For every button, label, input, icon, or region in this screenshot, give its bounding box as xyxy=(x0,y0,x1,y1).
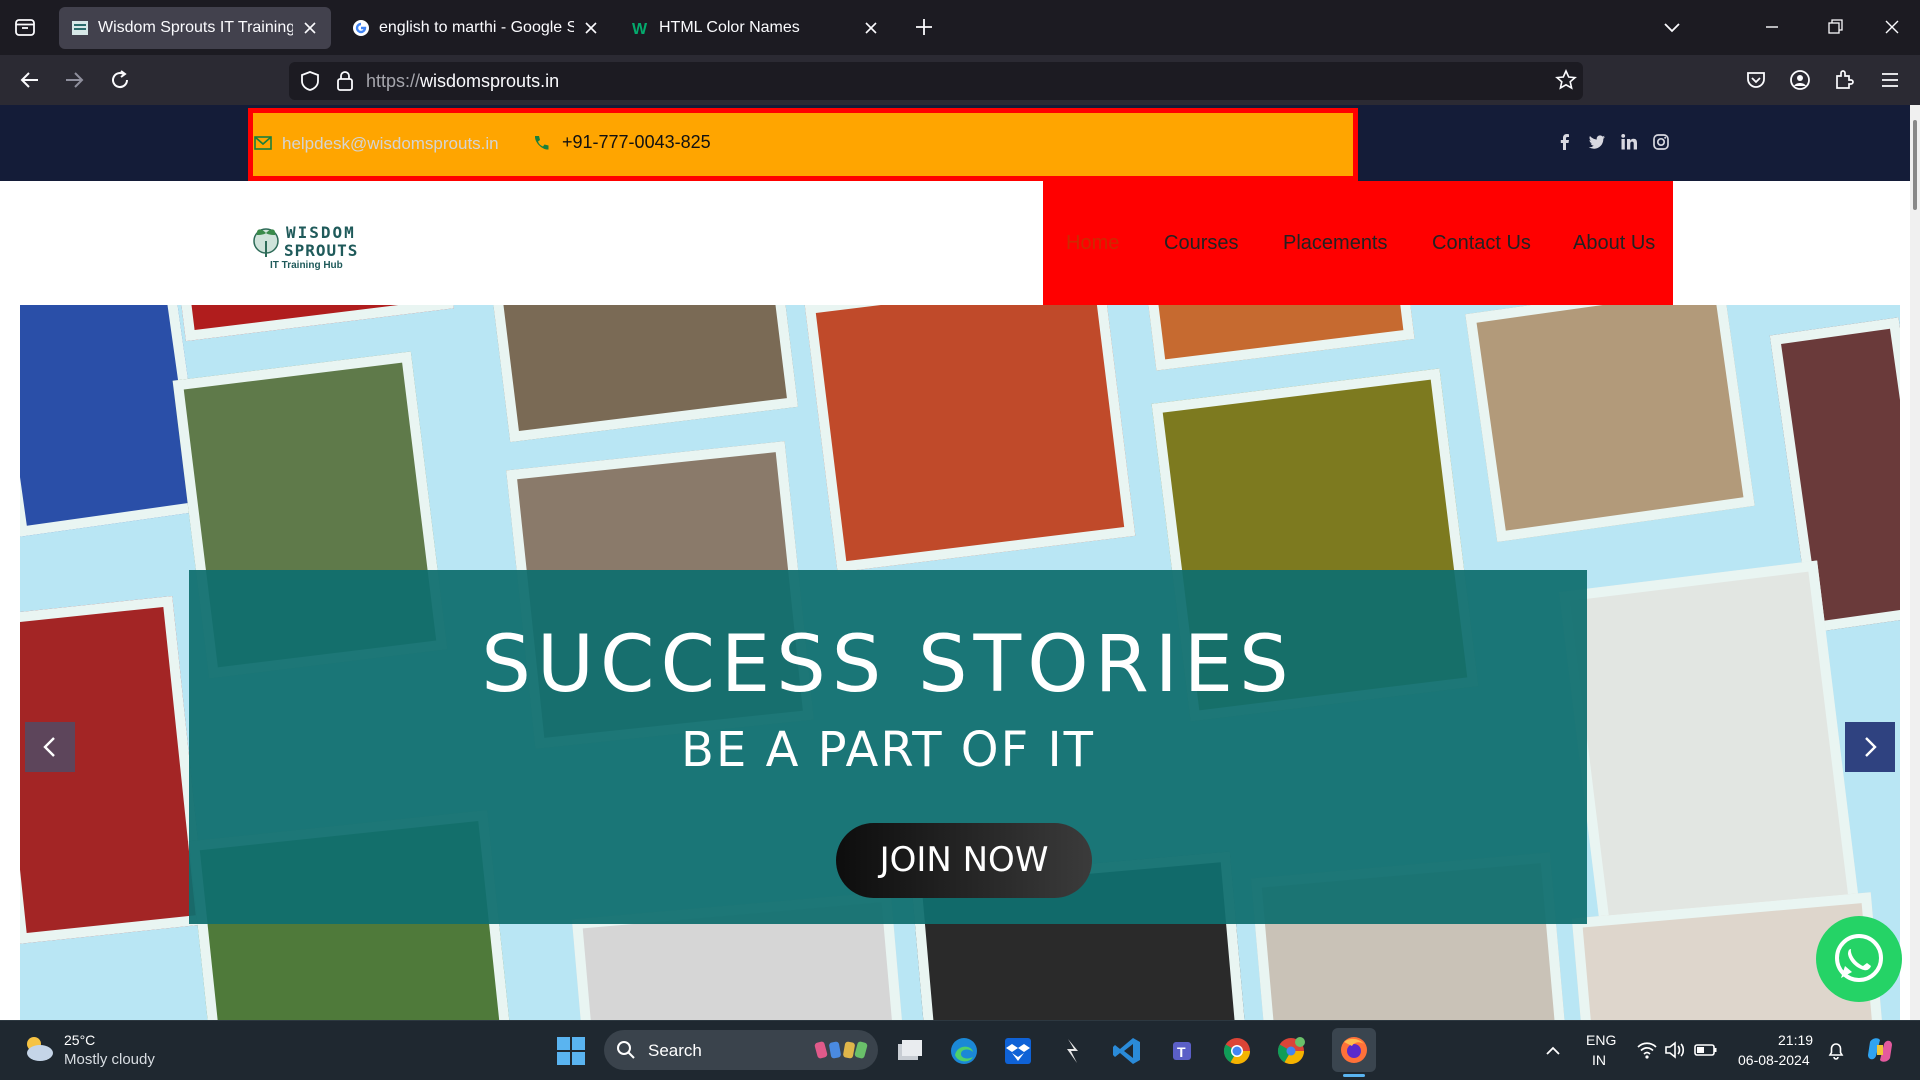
copilot-icon[interactable] xyxy=(1864,1034,1896,1066)
join-now-button[interactable]: JOIN NOW xyxy=(836,823,1092,898)
search-icon xyxy=(616,1040,636,1060)
notification-bell-icon[interactable] xyxy=(1826,1040,1846,1060)
close-window-icon[interactable] xyxy=(1882,17,1902,37)
success-stories-banner: SUCCESS STORIES BE A PART OF IT JOIN NOW xyxy=(189,570,1587,924)
menu-about-us[interactable]: About Us xyxy=(1573,232,1655,255)
twitter-icon[interactable] xyxy=(1588,133,1606,151)
web-page: helpdesk@wisdomsprouts.in +91-777-0043-8… xyxy=(0,105,1920,1020)
reload-icon[interactable] xyxy=(108,68,132,92)
clock-time[interactable]: 21:19 xyxy=(1778,1032,1813,1048)
svg-text:T: T xyxy=(1177,1044,1186,1060)
tab-label: english to marthi - Google Search xyxy=(379,19,574,36)
google-favicon-icon xyxy=(352,19,370,37)
student-photo xyxy=(491,305,799,443)
vscode-icon[interactable] xyxy=(1112,1036,1142,1066)
student-photo xyxy=(1145,305,1415,371)
phone-link[interactable]: +91-777-0043-825 xyxy=(562,132,711,153)
bookmark-star-icon[interactable] xyxy=(1555,69,1577,91)
chrome-icon[interactable] xyxy=(1222,1036,1252,1066)
site-logo[interactable]: WISDOM SPROUTS IT Training Hub xyxy=(248,213,372,273)
w3schools-favicon-icon: W xyxy=(632,19,650,37)
language-indicator[interactable]: ENG xyxy=(1586,1032,1616,1048)
menu-courses[interactable]: Courses xyxy=(1164,232,1238,255)
restore-window-icon[interactable] xyxy=(1825,17,1845,37)
logo-line-1: WISDOM xyxy=(286,223,356,242)
chevron-down-icon[interactable] xyxy=(1662,17,1682,37)
email-icon xyxy=(254,134,272,152)
url-text[interactable]: https://wisdomsprouts.in xyxy=(366,71,559,92)
linkedin-icon[interactable] xyxy=(1620,133,1638,151)
close-tab-icon[interactable] xyxy=(582,19,600,37)
close-tab-icon[interactable] xyxy=(301,19,319,37)
url-domain: wisdomsprouts.in xyxy=(420,71,560,91)
student-photo xyxy=(176,305,454,342)
tab-wisdom-sprouts[interactable]: Wisdom Sprouts IT Training Hub xyxy=(59,7,331,49)
clock-date[interactable]: 06-08-2024 xyxy=(1738,1052,1810,1068)
minimize-window-icon[interactable] xyxy=(1762,17,1782,37)
windows-start-icon[interactable] xyxy=(556,1036,586,1066)
pocket-icon[interactable] xyxy=(1744,68,1768,92)
firefox-taskbar-button[interactable] xyxy=(1332,1028,1376,1072)
volume-icon[interactable] xyxy=(1664,1040,1686,1060)
whatsapp-icon xyxy=(1835,934,1883,982)
weather-cloudy-icon[interactable] xyxy=(20,1032,56,1064)
teams-icon[interactable]: T xyxy=(1167,1036,1197,1066)
account-icon[interactable] xyxy=(1788,68,1812,92)
instagram-icon[interactable] xyxy=(1652,133,1670,151)
tab-google-search[interactable]: english to marthi - Google Search xyxy=(340,7,612,49)
new-tab-icon[interactable] xyxy=(914,17,934,37)
close-tab-icon[interactable] xyxy=(862,19,880,37)
edge-browser-icon[interactable] xyxy=(949,1036,979,1066)
carousel-prev-button[interactable] xyxy=(25,722,75,772)
chevron-left-icon xyxy=(43,737,55,757)
taskbar-search-label: Search xyxy=(648,1041,702,1060)
carousel-next-button[interactable] xyxy=(1845,722,1895,772)
student-photo xyxy=(1559,560,1861,950)
forward-icon[interactable] xyxy=(62,68,86,92)
svg-text:W: W xyxy=(632,21,648,37)
battery-icon[interactable] xyxy=(1694,1040,1718,1060)
tab-list-icon[interactable] xyxy=(14,16,36,38)
phone-icon xyxy=(532,134,550,152)
lock-icon[interactable] xyxy=(335,70,355,92)
region-indicator[interactable]: IN xyxy=(1592,1052,1606,1068)
scrollbar-thumb[interactable] xyxy=(1913,120,1917,210)
task-view-icon[interactable] xyxy=(895,1036,925,1066)
chrome-profile-icon[interactable] xyxy=(1276,1036,1306,1066)
extensions-icon[interactable] xyxy=(1832,68,1856,92)
tracking-protection-icon[interactable] xyxy=(299,70,321,92)
logo-tagline: IT Training Hub xyxy=(270,260,343,271)
cursor-app-icon[interactable] xyxy=(1058,1036,1088,1066)
dropbox-icon[interactable] xyxy=(1003,1036,1033,1066)
student-photo xyxy=(804,305,1136,573)
hero-subheadline: BE A PART OF IT xyxy=(681,722,1095,778)
firefox-icon xyxy=(1341,1037,1367,1063)
email-link[interactable]: helpdesk@wisdomsprouts.in xyxy=(282,134,499,154)
page-scrollbar[interactable] xyxy=(1910,105,1920,1020)
menu-home[interactable]: Home xyxy=(1066,232,1119,255)
chevron-right-icon xyxy=(1865,737,1877,757)
logo-line-2: SPROUTS xyxy=(284,241,359,260)
hero-headline: SUCCESS STORIES xyxy=(481,620,1295,710)
tab-label: HTML Color Names xyxy=(659,19,800,36)
student-photo xyxy=(1465,305,1755,542)
wifi-icon[interactable] xyxy=(1636,1040,1658,1060)
weather-temperature: 25°C xyxy=(64,1032,96,1048)
wisdom-favicon-icon xyxy=(71,19,89,37)
search-highlight-icon xyxy=(814,1036,868,1064)
back-icon[interactable] xyxy=(18,68,42,92)
url-protocol: https:// xyxy=(366,71,421,91)
tab-label: Wisdom Sprouts IT Training Hub xyxy=(98,19,293,36)
weather-description: Mostly cloudy xyxy=(64,1051,155,1068)
facebook-icon[interactable] xyxy=(1556,133,1574,151)
menu-icon[interactable] xyxy=(1878,68,1902,92)
whatsapp-button[interactable] xyxy=(1816,916,1902,1002)
menu-placements[interactable]: Placements xyxy=(1283,232,1388,255)
active-app-indicator xyxy=(1343,1074,1365,1077)
chevron-up-icon[interactable] xyxy=(1544,1042,1562,1060)
tab-html-color-names[interactable]: W HTML Color Names xyxy=(620,7,892,49)
menu-contact-us[interactable]: Contact Us xyxy=(1432,232,1531,255)
